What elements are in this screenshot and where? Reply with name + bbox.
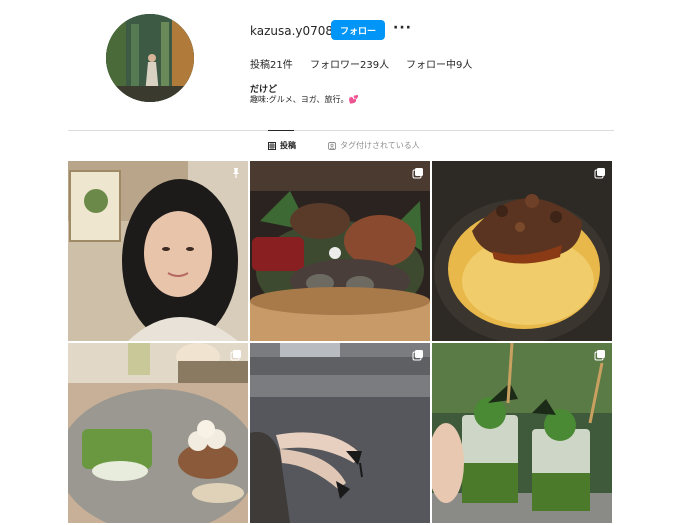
tab-tagged[interactable]: タグ付けされている人 [328,140,420,151]
pin-icon [233,168,239,178]
tab-tagged-label: タグ付けされている人 [340,141,420,150]
following-count[interactable]: フォロー中9人 [406,56,472,71]
carousel-icon [594,168,605,179]
followers-count[interactable]: フォロワー239人 [310,56,389,71]
carousel-icon [594,350,605,361]
post-tile[interactable] [250,161,430,341]
post-tile[interactable] [432,343,612,523]
grid-icon [268,141,276,150]
post-tile[interactable] [250,343,430,523]
post-tile[interactable] [68,343,248,523]
tabs-divider [68,130,614,131]
carousel-icon [412,350,423,361]
more-options-icon[interactable]: ··· [393,18,411,38]
follow-button[interactable]: フォロー [331,20,385,40]
profile-username: kazusa.y0708 [250,24,334,38]
heart-icon: 💕 [348,95,359,104]
tab-posts[interactable]: 投稿 [268,140,296,151]
post-tile[interactable] [432,161,612,341]
carousel-icon [230,350,241,361]
profile-avatar[interactable] [106,14,194,102]
tab-posts-label: 投稿 [280,141,296,150]
bio-text: 趣味:グルメ、ヨガ、旅行。💕 [250,94,359,105]
active-tab-indicator [268,130,294,131]
posts-count: 投稿21件 [250,60,293,71]
bio-text-content: 趣味:グルメ、ヨガ、旅行。 [250,95,349,104]
post-tile[interactable] [68,161,248,341]
carousel-icon [412,168,423,179]
tag-person-icon [328,141,336,150]
